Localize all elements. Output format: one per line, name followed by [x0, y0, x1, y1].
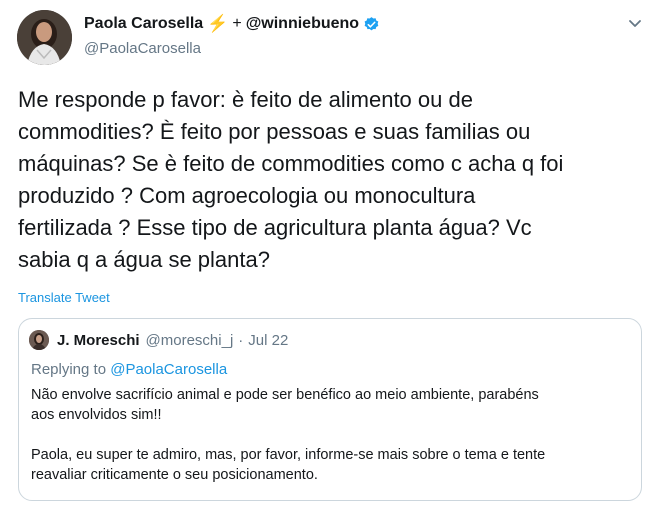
quoted-date[interactable]: Jul 22	[248, 332, 288, 349]
chevron-down-icon[interactable]	[626, 14, 644, 37]
author-name[interactable]: Paola Carosella	[84, 15, 203, 33]
avatar-photo	[17, 10, 72, 65]
quoted-text: Não envolve sacrifício animal e pode ser…	[31, 387, 546, 483]
tweet-card: Paola Carosella ⚡ + @winniebueno @PaolaC…	[0, 0, 662, 508]
collab-plus: +	[232, 15, 242, 32]
lightning-icon: ⚡	[207, 14, 229, 33]
translate-tweet-link[interactable]: Translate Tweet	[18, 290, 110, 305]
author-handle[interactable]: @PaolaCarosella	[84, 40, 380, 57]
replying-to-label: Replying to	[31, 361, 107, 378]
quoted-header: J. Moreschi @moreschi_j · Jul 22	[29, 330, 288, 350]
quoted-separator: ·	[238, 331, 244, 349]
verified-badge-icon	[363, 16, 380, 33]
collab-name[interactable]: @winniebueno	[246, 15, 359, 33]
tweet-text: Me responde p favor: è feito de alimento…	[18, 87, 564, 272]
author-block: Paola Carosella ⚡ + @winniebueno @PaolaC…	[84, 14, 380, 57]
quoted-author-name[interactable]: J. Moreschi	[57, 332, 140, 349]
quoted-tweet[interactable]: J. Moreschi @moreschi_j · Jul 22 Replyin…	[18, 318, 642, 501]
quoted-avatar-photo	[29, 330, 49, 350]
quoted-author-handle[interactable]: @moreschi_j	[146, 332, 234, 349]
author-avatar[interactable]	[17, 10, 72, 65]
author-name-row: Paola Carosella ⚡ + @winniebueno	[84, 14, 380, 34]
replying-to: Replying to @PaolaCarosella	[31, 361, 227, 378]
quoted-avatar[interactable]	[29, 330, 49, 350]
replying-to-mention[interactable]: @PaolaCarosella	[110, 361, 227, 378]
